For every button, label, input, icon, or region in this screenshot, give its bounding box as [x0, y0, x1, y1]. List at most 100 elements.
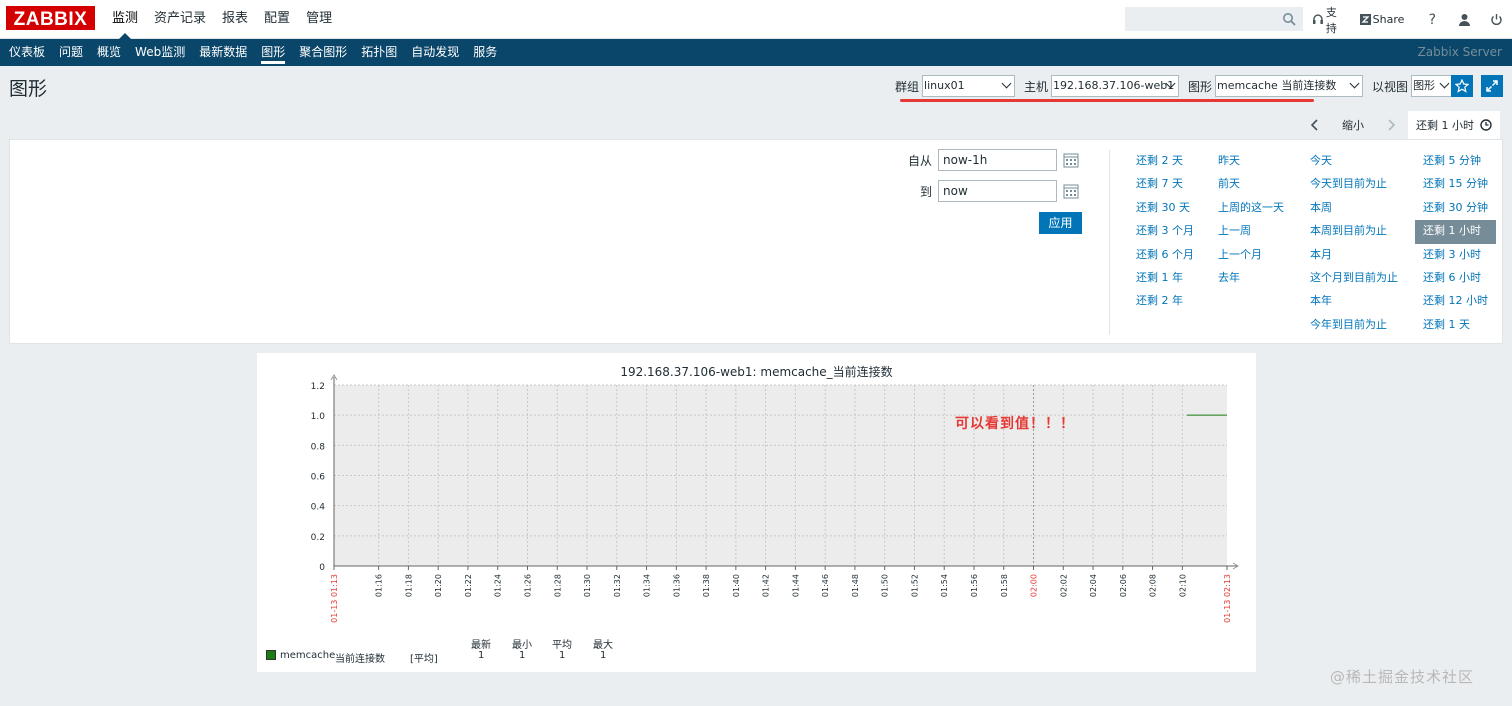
help-icon[interactable]: ? — [1424, 12, 1440, 28]
quick-range-link[interactable]: 还剩 2 年 — [1128, 290, 1202, 313]
x-tick-label: 01-13 01:13 — [330, 574, 339, 623]
sub-menu-item[interactable]: 聚合图形 — [292, 39, 354, 66]
zoom-out-button[interactable]: 缩小 — [1328, 117, 1378, 133]
quick-range-link[interactable]: 还剩 6 个月 — [1128, 244, 1202, 267]
quick-range-link[interactable]: 还剩 1 天 — [1415, 314, 1496, 337]
quick-range-link[interactable]: 本年 — [1302, 290, 1406, 313]
x-tick-label: 01:44 — [791, 574, 800, 597]
graph-select[interactable]: memcache 当前连接数 — [1215, 75, 1364, 97]
main-menu-item[interactable]: 报表 — [214, 0, 256, 39]
quick-range-link[interactable]: 今年到目前为止 — [1302, 314, 1406, 337]
time-tabs: 缩小 还剩 1 小时 — [1302, 110, 1500, 140]
fullscreen-icon — [1486, 80, 1498, 92]
quick-range-link[interactable]: 还剩 12 小时 — [1415, 290, 1496, 313]
quick-range-link[interactable]: 还剩 15 分钟 — [1415, 173, 1496, 196]
power-icon[interactable] — [1488, 12, 1504, 28]
sub-menu-item[interactable]: 图形 — [254, 39, 292, 66]
quick-range-link[interactable]: 今天 — [1302, 150, 1406, 173]
quick-range-link[interactable]: 上一个月 — [1210, 244, 1292, 267]
search-input[interactable] — [1125, 7, 1303, 31]
quick-range-link[interactable]: 还剩 7 天 — [1128, 173, 1202, 196]
quick-range-link[interactable]: 还剩 3 个月 — [1128, 220, 1202, 243]
quick-range-link[interactable]: 本周到目前为止 — [1302, 220, 1406, 243]
time-range-tab[interactable]: 还剩 1 小时 — [1408, 110, 1500, 140]
quick-range-link[interactable]: 还剩 3 小时 — [1415, 244, 1496, 267]
main-menu-item[interactable]: 监测 — [104, 0, 146, 39]
sub-menu-item[interactable]: 最新数据 — [192, 39, 254, 66]
y-tick-label: 1.0 — [311, 412, 326, 422]
quick-range-link[interactable]: 还剩 1 小时 — [1415, 220, 1496, 244]
quick-range-link[interactable]: 上一周 — [1210, 220, 1292, 243]
calendar-icon[interactable] — [1063, 152, 1079, 168]
quick-range-link[interactable]: 还剩 30 天 — [1128, 197, 1202, 220]
calendar-icon[interactable] — [1063, 183, 1079, 199]
time-range-label: 还剩 1 小时 — [1416, 118, 1474, 132]
quick-range-link[interactable]: 昨天 — [1210, 150, 1292, 173]
y-tick-label: 0.8 — [311, 442, 326, 452]
zabbix-logo[interactable]: ZABBIX — [6, 6, 95, 30]
highlight-underline — [900, 99, 1314, 102]
chevron-right-icon — [1388, 119, 1396, 131]
chevron-down-icon — [1349, 78, 1360, 89]
x-tick-label: 01:24 — [494, 574, 503, 597]
x-tick-label: 02:08 — [1149, 574, 1158, 597]
sub-menu-item[interactable]: 自动发现 — [404, 39, 466, 66]
from-input[interactable]: now-1h — [938, 149, 1057, 171]
host-select[interactable]: 192.168.37.106-web1 — [1051, 75, 1180, 97]
quick-range-link[interactable]: 去年 — [1210, 267, 1292, 290]
sub-menu-item[interactable]: Web监测 — [128, 39, 192, 66]
y-tick-label: 1.2 — [311, 382, 325, 392]
view-select[interactable]: 图形 — [1411, 75, 1454, 97]
sub-menu-item[interactable]: 仪表板 — [2, 39, 52, 66]
quick-range-link[interactable]: 前天 — [1210, 173, 1292, 196]
time-prev-button[interactable] — [1302, 112, 1328, 138]
share-label: Share — [1372, 13, 1405, 26]
annotation-text: 可以看到值！！！ — [955, 416, 1075, 432]
share-z-icon — [1359, 14, 1371, 25]
apply-button[interactable]: 应用 — [1039, 212, 1082, 234]
y-tick-label: 0 — [319, 563, 325, 573]
sub-menu-item[interactable]: 拓扑图 — [354, 39, 404, 66]
quick-range-link[interactable]: 还剩 6 小时 — [1415, 267, 1496, 290]
sub-menu-item[interactable]: 概览 — [90, 39, 128, 66]
quick-range-link[interactable]: 这个月到目前为止 — [1302, 267, 1406, 290]
support-link[interactable]: 支持 — [1312, 4, 1348, 36]
legend-item: memcache — [280, 650, 336, 661]
x-tick-label: 01:42 — [762, 574, 771, 597]
quick-range-link[interactable]: 还剩 2 天 — [1128, 150, 1202, 173]
main-menu-item[interactable]: 管理 — [298, 0, 340, 39]
quick-range-link[interactable]: 上周的这一天 — [1210, 197, 1292, 220]
quick-range-link[interactable]: 本月 — [1302, 244, 1406, 267]
to-input[interactable]: now — [938, 180, 1057, 202]
quick-range-link[interactable]: 还剩 30 分钟 — [1415, 197, 1496, 220]
quick-range-link[interactable]: 还剩 1 年 — [1128, 267, 1202, 290]
share-link[interactable]: Share — [1359, 13, 1405, 26]
quick-range-link[interactable]: 本周 — [1302, 197, 1406, 220]
search-icon[interactable] — [1282, 12, 1296, 26]
graph-filters: 群组 linux01 主机 192.168.37.106-web1 图形 mem… — [892, 75, 1459, 97]
quick-range-column: 还剩 2 天还剩 7 天还剩 30 天还剩 3 个月 还剩 6 个月 还剩 1 年还… — [1128, 150, 1202, 314]
x-tick-label: 02:04 — [1089, 574, 1098, 597]
x-tick-label: 01:34 — [643, 574, 652, 597]
chevron-down-icon — [1439, 78, 1450, 89]
main-menu-item[interactable]: 资产记录 — [146, 0, 214, 39]
user-profile-icon[interactable] — [1456, 12, 1472, 28]
time-next-button[interactable] — [1378, 112, 1404, 138]
quick-range-column: 今天 今天到目前为止 本周 本周到目前为止 本月 这个月到目前为止 本年 今年到目前为止 — [1302, 150, 1406, 337]
top-header: ZABBIX 监测 资产记录 报表 配置 管理 支持 Share ? — [0, 0, 1512, 39]
quick-range-link[interactable]: 今天到目前为止 — [1302, 173, 1406, 196]
favorite-button[interactable] — [1451, 75, 1473, 97]
sub-navigation: 仪表板 问题 概览 Web监测 最新数据 图形 聚合图形 拓扑图 自动发现 服务 Zabbix S… — [0, 39, 1512, 66]
sub-menu-item[interactable]: 服务 — [466, 39, 504, 66]
from-label: 自从 — [907, 153, 932, 168]
x-tick-label: 02:02 — [1059, 574, 1068, 597]
legend-label: 当前连接数 — [335, 654, 385, 665]
sub-menu-item[interactable]: 问题 — [52, 39, 90, 66]
fullscreen-button[interactable] — [1481, 75, 1503, 97]
x-tick-label: 01:28 — [553, 574, 562, 597]
group-select[interactable]: linux01 — [922, 75, 1016, 97]
quick-range-column: 还剩 5 分钟 还剩 15 分钟 还剩 30 分钟 还剩 1 小时 还剩 3 小时 还剩 … — [1415, 150, 1496, 337]
quick-range-link[interactable]: 还剩 5 分钟 — [1415, 150, 1496, 173]
main-menu-item[interactable]: 配置 — [256, 0, 298, 39]
x-tick-label: 01:18 — [404, 574, 413, 597]
